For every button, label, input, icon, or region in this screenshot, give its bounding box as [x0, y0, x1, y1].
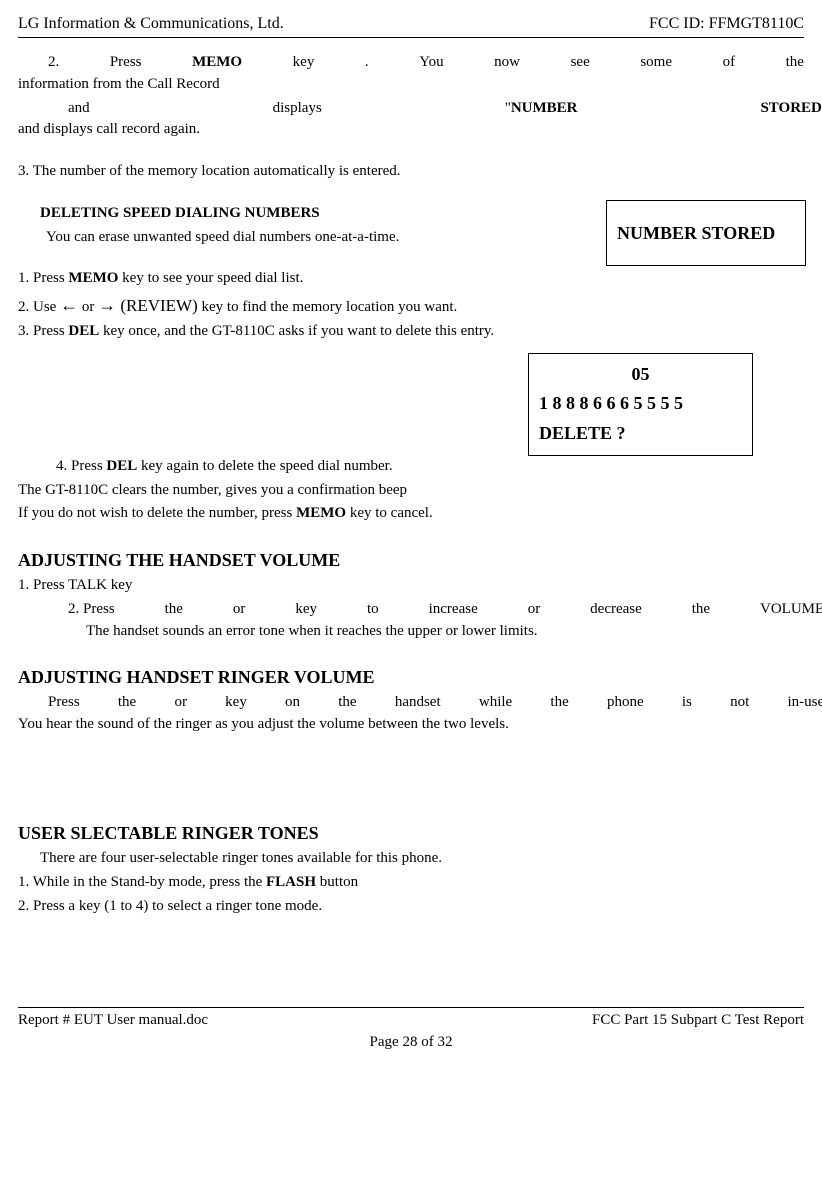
text: DEL [68, 323, 99, 339]
text: button [316, 874, 358, 890]
text: the [692, 599, 710, 621]
display-box-number-stored: NUMBER STORED [606, 200, 806, 266]
text: FLASH [266, 874, 316, 890]
arrow-right-icon: → [98, 295, 116, 315]
text: of [723, 52, 736, 74]
text: the [118, 692, 136, 714]
step-2-line4: and displays call record again. [18, 119, 804, 141]
heading-ringer-volume: ADJUSTING HANDSET RINGER VOLUME [18, 664, 804, 690]
text: the [338, 692, 356, 714]
page-header: LG Information & Communications, Ltd. FC… [18, 12, 804, 38]
step-2-line1: 2. Press MEMO key . You now see some of … [48, 52, 804, 74]
text: increase [429, 599, 478, 621]
footer-left: Report # EUT User manual.doc [18, 1010, 208, 1032]
tones-step-2: 2. Press a key (1 to 4) to select a ring… [18, 896, 804, 918]
text: DEL [106, 458, 137, 474]
step-2-line3: and displays "NUMBER STORED" [68, 98, 822, 120]
page-footer: Report # EUT User manual.doc FCC Part 15… [18, 1007, 804, 1032]
text: VOLUME. [760, 599, 822, 621]
text: You [419, 52, 443, 74]
text: 1. While in the Stand-by mode, press the [18, 874, 266, 890]
del-step-2: 2. Use ← or → (REVIEW) key to find the m… [18, 292, 804, 319]
box-line-3: DELETE ? [539, 423, 626, 443]
del-step-1: 1. Press MEMO key to see your speed dial… [18, 268, 804, 290]
text: MEMO [296, 505, 346, 521]
text: to [367, 599, 379, 621]
text: key once, and the GT-8110C asks if you w… [99, 323, 494, 339]
step-3: 3. The number of the memory location aut… [18, 161, 804, 183]
box-line-1: 05 [539, 360, 742, 390]
text: the [550, 692, 568, 714]
text: STORED" [760, 98, 822, 120]
text: 2. Use [18, 299, 60, 315]
content: NUMBER STORED 2. Press MEMO key . You no… [18, 52, 804, 917]
text: key to find the memory location you want… [198, 299, 458, 315]
text: "NUMBER [505, 98, 578, 120]
del-step-3: 3. Press DEL key once, and the GT-8110C … [18, 321, 804, 343]
text: now [494, 52, 520, 74]
text: key [293, 52, 315, 74]
text: or [174, 692, 187, 714]
text: If you do not wish to delete the number,… [18, 505, 296, 521]
text: MEMO [68, 270, 118, 286]
text: 3. Press [18, 323, 68, 339]
text: and [68, 98, 90, 120]
text: in-use. [787, 692, 822, 714]
step-2-line2: information from the Call Record [18, 74, 804, 96]
del-followup-1: The GT-8110C clears the number, gives yo… [18, 480, 804, 502]
text: or [233, 599, 246, 621]
text: or [78, 299, 98, 315]
vol-note: The handset sounds an error tone when it… [86, 621, 804, 643]
text: the [786, 52, 804, 74]
text: handset [395, 692, 441, 714]
text: some [640, 52, 672, 74]
box-line-2: 1 8 8 8 6 6 6 5 5 5 5 [539, 393, 683, 413]
del-step-4: 4. Press DEL key again to delete the spe… [56, 456, 804, 478]
text: displays [273, 98, 322, 120]
heading-ringer-tones: USER SLECTABLE RINGER TONES [18, 820, 804, 846]
text: see [571, 52, 590, 74]
text: Press [110, 52, 142, 74]
text: the [165, 599, 183, 621]
heading-handset-volume: ADJUSTING THE HANDSET VOLUME [18, 547, 804, 573]
text: is [682, 692, 692, 714]
ring-line-2: You hear the sound of the ringer as you … [18, 714, 804, 736]
tones-step-1: 1. While in the Stand-by mode, press the… [18, 872, 804, 894]
vol-step-2: 2. Press the or key to increase or decre… [68, 599, 822, 621]
text: key to see your speed dial list. [118, 270, 303, 286]
del-followup-2: If you do not wish to delete the number,… [18, 503, 804, 525]
text: or [528, 599, 541, 621]
text: 2. Press [68, 599, 115, 621]
text: 4. Press [56, 458, 106, 474]
tones-intro: There are four user-selectable ringer to… [40, 848, 804, 870]
text: key again to delete the speed dial numbe… [137, 458, 392, 474]
text: decrease [590, 599, 642, 621]
page-number: Page 28 of 32 [18, 1032, 804, 1054]
text: key [225, 692, 247, 714]
header-left: LG Information & Communications, Ltd. [18, 12, 284, 35]
text: 1. Press [18, 270, 68, 286]
arrow-left-icon: ← [60, 295, 78, 315]
text: Press [48, 692, 80, 714]
display-box-delete: 05 1 8 8 8 6 6 6 5 5 5 5 DELETE ? [528, 353, 753, 456]
text: on [285, 692, 300, 714]
text: . [365, 52, 369, 74]
text: phone [607, 692, 644, 714]
header-right: FCC ID: FFMGT8110C [649, 12, 804, 35]
vol-step-1: 1. Press TALK key [18, 575, 804, 597]
text: key to cancel. [346, 505, 433, 521]
ring-line-1: Press the or key on the handset while th… [48, 692, 822, 714]
text: while [479, 692, 512, 714]
box-text: NUMBER STORED [617, 220, 775, 246]
text: MEMO [192, 52, 242, 74]
footer-right: FCC Part 15 Subpart C Test Report [592, 1010, 804, 1032]
text: not [730, 692, 749, 714]
text: (REVIEW) [116, 296, 198, 315]
text: 2. [48, 52, 59, 74]
text: key [295, 599, 317, 621]
